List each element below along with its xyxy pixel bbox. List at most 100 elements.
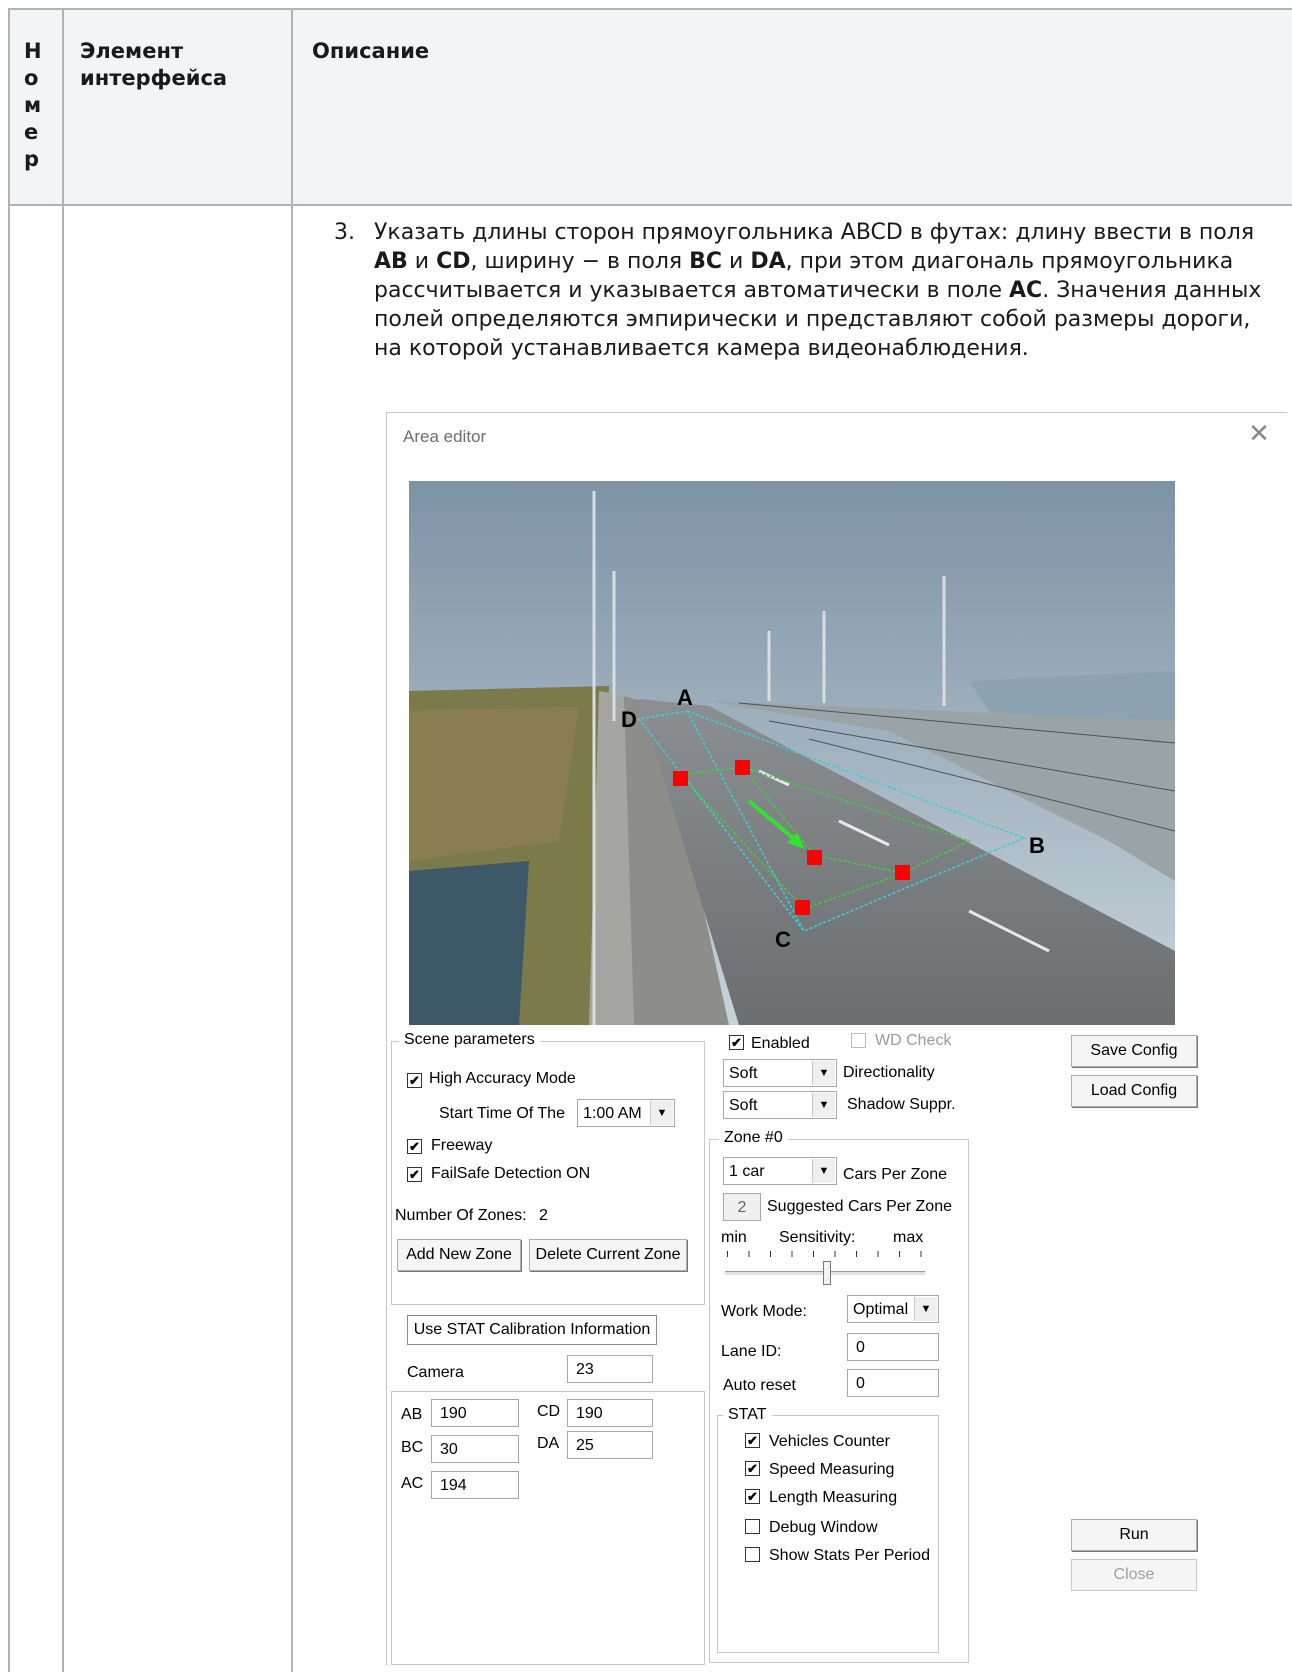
ac-field[interactable]: 194	[431, 1471, 519, 1499]
directionality-value: Soft	[729, 1065, 758, 1082]
zones-count-value: 2	[539, 1207, 548, 1224]
add-new-zone-button[interactable]: Add New Zone	[397, 1239, 521, 1271]
lane-id-label: Lane ID:	[721, 1343, 782, 1360]
auto-reset-field[interactable]: 0	[847, 1369, 939, 1397]
work-mode-label: Work Mode:	[721, 1303, 807, 1320]
slider-ticks	[727, 1251, 923, 1257]
wd-check-checkbox[interactable]	[851, 1033, 866, 1048]
cars-per-zone-label: Cars Per Zone	[843, 1166, 948, 1183]
header-element: Элемент интерфейса	[80, 39, 228, 90]
bc-label: BC	[401, 1439, 424, 1456]
sensitivity-max-label: max	[893, 1229, 924, 1246]
header-description: Описание	[312, 39, 430, 63]
show-stats-label: Show Stats Per Period	[769, 1547, 930, 1564]
slider-thumb[interactable]	[823, 1261, 831, 1285]
bc-field[interactable]: 30	[431, 1435, 519, 1463]
load-config-button[interactable]: Load Config	[1071, 1075, 1197, 1107]
road-scene-image	[409, 481, 1175, 1025]
table-header-divider	[8, 204, 1292, 206]
high-accuracy-checkbox[interactable]: ✔	[407, 1073, 422, 1088]
ab-field[interactable]: 190	[431, 1399, 519, 1427]
text-part: Указать длины сторон прямоугольника ABCD…	[374, 220, 1255, 245]
text-part: и	[407, 249, 437, 274]
camera-view[interactable]: A D B C	[409, 481, 1175, 1025]
zones-count-label: Number Of Zones:	[395, 1207, 527, 1224]
chevron-down-icon[interactable]: ▼	[650, 1101, 673, 1125]
table-col-divider-1	[62, 8, 64, 1672]
save-config-button[interactable]: Save Config	[1071, 1035, 1197, 1067]
length-measuring-label: Length Measuring	[769, 1489, 898, 1506]
point-label-a: A	[677, 685, 693, 710]
cars-per-zone-value: 1 car	[729, 1163, 765, 1180]
shadow-suppr-select[interactable]: Soft ▼	[723, 1091, 837, 1119]
chevron-down-icon[interactable]: ▼	[812, 1159, 835, 1183]
point-label-c: C	[775, 927, 791, 952]
work-mode-select[interactable]: Optimal ▼	[847, 1295, 939, 1323]
freeway-checkbox[interactable]: ✔	[407, 1139, 422, 1154]
directionality-select[interactable]: Soft ▼	[723, 1059, 837, 1087]
table-col-divider-2	[291, 8, 293, 1672]
chevron-down-icon[interactable]: ▼	[812, 1061, 835, 1085]
sensitivity-slider[interactable]	[725, 1251, 925, 1285]
ab-label: AB	[401, 1406, 423, 1423]
enabled-checkbox[interactable]: ✔	[729, 1035, 744, 1050]
freeway-label: Freeway	[431, 1137, 493, 1154]
field-ref-cd: CD	[436, 249, 471, 274]
directionality-label: Directionality	[843, 1064, 935, 1081]
camera-field[interactable]: 23	[567, 1355, 653, 1383]
field-ref-bc: BC	[689, 249, 723, 274]
scene-parameters-legend: Scene parameters	[399, 1031, 540, 1049]
speed-measuring-checkbox[interactable]: ✔	[745, 1461, 760, 1476]
start-time-value: 1:00 AM	[583, 1105, 642, 1122]
start-time-label: Start Time Of The	[439, 1105, 565, 1122]
vehicles-counter-checkbox[interactable]: ✔	[745, 1433, 760, 1448]
close-icon[interactable]: ✕	[1245, 419, 1273, 447]
length-measuring-checkbox[interactable]: ✔	[745, 1489, 760, 1504]
da-label: DA	[537, 1435, 560, 1452]
close-button[interactable]: Close	[1071, 1559, 1197, 1591]
enabled-label: Enabled	[751, 1035, 810, 1052]
zone-legend: Zone #0	[719, 1129, 788, 1147]
field-ref-ac: AC	[1009, 278, 1043, 303]
field-ref-da: DA	[750, 249, 786, 274]
wd-check-label: WD Check	[875, 1032, 952, 1049]
speed-measuring-label: Speed Measuring	[769, 1461, 895, 1478]
stat-legend: STAT	[723, 1406, 772, 1424]
lane-id-field[interactable]: 0	[847, 1333, 939, 1361]
field-ref-ab: AB	[374, 249, 408, 274]
suggested-cars-label: Suggested Cars Per Zone	[767, 1198, 952, 1215]
da-field[interactable]: 25	[567, 1431, 653, 1459]
failsafe-label: FailSafe Detection ON	[431, 1165, 591, 1182]
chevron-down-icon[interactable]: ▼	[812, 1093, 835, 1117]
table-border-top	[8, 8, 1292, 10]
point-label-b: B	[1029, 833, 1045, 858]
table-border-left	[8, 8, 10, 1672]
cars-per-zone-select[interactable]: 1 car ▼	[723, 1157, 837, 1185]
sensitivity-min-label: min	[721, 1229, 747, 1246]
shadow-suppr-label: Shadow Suppr.	[847, 1096, 956, 1113]
start-time-select[interactable]: 1:00 AM ▼	[577, 1099, 675, 1127]
description-text: Указать длины сторон прямоугольника ABCD…	[374, 218, 1264, 363]
chevron-down-icon[interactable]: ▼	[914, 1297, 937, 1321]
header-number: Н о м е р	[24, 39, 42, 171]
cd-field[interactable]: 190	[567, 1399, 653, 1427]
debug-window-label: Debug Window	[769, 1519, 878, 1536]
list-number: 3.	[334, 220, 355, 245]
show-stats-checkbox[interactable]	[745, 1547, 760, 1562]
vehicles-counter-label: Vehicles Counter	[769, 1433, 890, 1450]
use-stat-calibration-button[interactable]: Use STAT Calibration Information	[407, 1315, 657, 1345]
point-label-d: D	[621, 707, 637, 732]
dialog-title: Area editor	[403, 427, 487, 446]
text-part: и	[722, 249, 751, 274]
delete-current-zone-button[interactable]: Delete Current Zone	[529, 1239, 687, 1271]
high-accuracy-label: High Accuracy Mode	[429, 1070, 576, 1087]
area-editor-dialog: Area editor ✕ A D B C Scene parameters ✔…	[386, 412, 1287, 1665]
cd-label: CD	[537, 1403, 561, 1420]
debug-window-checkbox[interactable]	[745, 1519, 760, 1534]
sensitivity-label: Sensitivity:	[779, 1229, 856, 1246]
ac-label: AC	[401, 1475, 424, 1492]
failsafe-checkbox[interactable]: ✔	[407, 1167, 422, 1182]
shadow-suppr-value: Soft	[729, 1097, 758, 1114]
run-button[interactable]: Run	[1071, 1519, 1197, 1551]
auto-reset-label: Auto reset	[723, 1377, 796, 1394]
